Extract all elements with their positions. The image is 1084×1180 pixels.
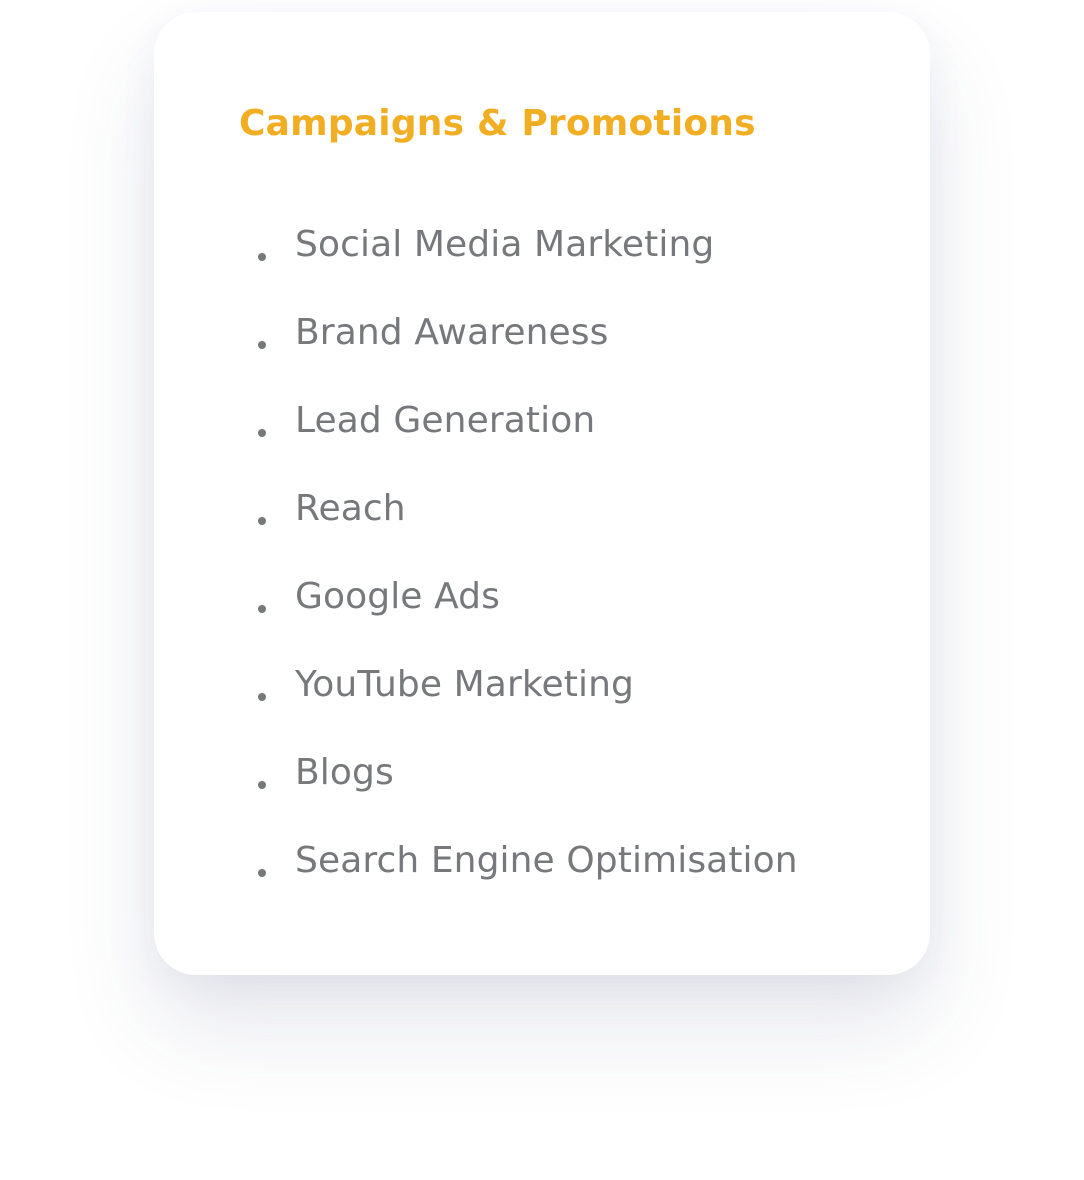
list-item: Search Engine Optimisation [258,838,798,926]
list-item-label: Social Media Marketing [295,224,715,265]
bullet-icon [258,693,266,701]
bullet-icon [258,869,266,877]
list-item: YouTube Marketing [258,662,798,750]
list-item: Google Ads [258,574,798,662]
card-title: Campaigns & Promotions [239,103,756,144]
list-item: Reach [258,486,798,574]
bullet-icon [258,517,266,525]
bullet-icon [258,605,266,613]
list-item-label: Brand Awareness [295,312,609,353]
list-item-label: Search Engine Optimisation [295,840,798,881]
services-list: Social Media Marketing Brand Awareness L… [258,222,798,926]
list-item: Social Media Marketing [258,222,798,310]
bullet-icon [258,781,266,789]
list-item-label: Lead Generation [295,400,596,441]
list-item: Lead Generation [258,398,798,486]
list-item: Brand Awareness [258,310,798,398]
bullet-icon [258,429,266,437]
list-item-label: Reach [295,488,406,529]
bullet-icon [258,253,266,261]
services-card: Campaigns & Promotions Social Media Mark… [154,12,930,975]
list-item-label: Blogs [295,752,394,793]
bullet-icon [258,341,266,349]
list-item-label: Google Ads [295,576,500,617]
list-item: Blogs [258,750,798,838]
list-item-label: YouTube Marketing [295,664,634,705]
